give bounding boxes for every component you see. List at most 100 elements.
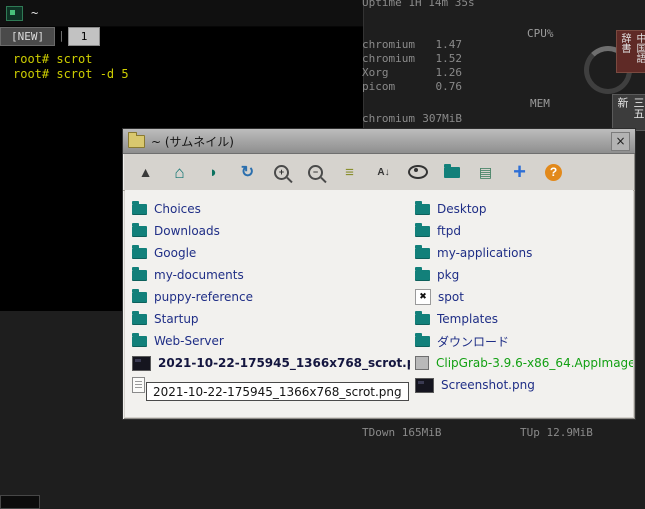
- file-item-clipgrab-appimage[interactable]: ClipGrab-3.9.6-x86_64.AppImage: [415, 352, 633, 374]
- details-icon: ▤: [478, 163, 493, 180]
- file-label: spot: [438, 290, 464, 304]
- details-button[interactable]: ▤: [473, 159, 498, 185]
- file-item-puppy-reference[interactable]: puppy-reference: [132, 286, 410, 308]
- file-label: ftpd: [437, 224, 461, 238]
- file-label: Downloads: [154, 224, 220, 238]
- terminal-tabbar: [NEW] | 1: [0, 27, 363, 46]
- file-label: ClipGrab-3.9.6-x86_64.AppImage: [436, 356, 633, 370]
- process-row: Xorg 1.26: [362, 66, 462, 80]
- file-item-web-server[interactable]: Web-Server: [132, 330, 410, 352]
- file-item-my-documents[interactable]: my-documents: [132, 264, 410, 286]
- up-button[interactable]: ▲: [133, 159, 158, 185]
- magnifier-minus-icon: −: [308, 164, 323, 180]
- file-label: Startup: [154, 312, 199, 326]
- terminal-line: root# scrot: [13, 52, 93, 66]
- process-row: chromium 1.47: [362, 38, 462, 52]
- process-name: Xorg: [362, 66, 389, 79]
- terminal-output[interactable]: root# scrot root# scrot -d 5: [0, 46, 363, 82]
- file-label: Screenshot.png: [441, 378, 535, 392]
- file-column-right: Desktop ftpd my-applications pkg ✖ spot: [415, 198, 633, 396]
- process-value: 0.76: [435, 80, 463, 93]
- filer-titlebar[interactable]: ~ (サムネイル) ×: [123, 129, 635, 154]
- file-label: Templates: [437, 312, 499, 326]
- cpu-header: CPU%: [527, 27, 554, 40]
- folder-icon: [132, 222, 147, 237]
- sort-button[interactable]: A↓: [371, 159, 396, 185]
- close-button[interactable]: ×: [611, 131, 630, 151]
- process-value: 1.47: [435, 38, 463, 51]
- show-hidden-button[interactable]: [405, 159, 430, 185]
- sort-icon: A↓: [377, 166, 390, 178]
- tab-divider: |: [58, 29, 65, 42]
- refresh-button[interactable]: ↻: [235, 159, 260, 185]
- file-item-choices[interactable]: Choices: [132, 198, 410, 220]
- new-folder-button[interactable]: [439, 159, 464, 185]
- terminal-icon: [6, 5, 23, 21]
- filer-toolbar: ▲ ⌂ ◗ ↻ + − ≡ A↓ ▤ + ?: [123, 154, 635, 191]
- zoom-out-button[interactable]: −: [303, 159, 328, 185]
- file-label: Web-Server: [154, 334, 224, 348]
- process-name: picom: [362, 80, 396, 93]
- net-up-text: TUp 12.9MiB: [520, 426, 593, 439]
- mem-process-list: chromium 307MiB: [362, 112, 462, 126]
- process-row: chromium 1.52: [362, 52, 462, 66]
- process-name: chromium: [362, 38, 415, 51]
- file-item-ftpd[interactable]: ftpd: [415, 220, 633, 242]
- process-name: chromium: [362, 52, 415, 65]
- file-item-my-applications[interactable]: my-applications: [415, 242, 633, 264]
- minus-sign: −: [312, 166, 319, 177]
- terminal-tab-new[interactable]: [NEW]: [0, 27, 56, 46]
- magnifier-plus-icon: +: [274, 164, 289, 180]
- mem-header: MEM: [530, 97, 550, 110]
- image-thumbnail-icon: [415, 377, 434, 393]
- home-icon: ⌂: [174, 162, 185, 182]
- file-label: my-documents: [154, 268, 244, 282]
- file-item-pkg[interactable]: pkg: [415, 264, 633, 286]
- new-button[interactable]: +: [507, 159, 532, 185]
- desktop-widget-2[interactable]: 三五新: [612, 94, 645, 131]
- window-title: ~ (サムネイル): [151, 134, 234, 149]
- file-item-screenshot-png[interactable]: Screenshot.png: [415, 374, 633, 396]
- appimage-icon: [415, 356, 429, 370]
- file-label: puppy-reference: [154, 290, 253, 304]
- help-button[interactable]: ?: [541, 159, 566, 185]
- terminal-title: ~: [31, 6, 39, 20]
- terminal-tab-1[interactable]: 1: [67, 27, 101, 46]
- file-label: Choices: [154, 202, 201, 216]
- file-item-templates[interactable]: Templates: [415, 308, 633, 330]
- net-down-text: TDown 165MiB: [362, 426, 442, 439]
- zoom-in-button[interactable]: +: [269, 159, 294, 185]
- eye-icon: [407, 165, 428, 179]
- taskbar-fragment[interactable]: [0, 495, 40, 509]
- folder-icon: [132, 310, 147, 325]
- file-item-downloads-ja[interactable]: ダウンロード: [415, 330, 633, 352]
- file-manager-window: ~ (サムネイル) × ▲ ⌂ ◗ ↻ + − ≡ A↓ ▤ + ? Choic…: [122, 128, 636, 420]
- file-item-scrot-png[interactable]: 2021-10-22-175945_1366x768_scrot.png: [132, 352, 410, 374]
- folder-icon: [132, 332, 147, 347]
- file-item-spot[interactable]: ✖ spot: [415, 286, 633, 308]
- file-item-desktop[interactable]: Desktop: [415, 198, 633, 220]
- process-value: 1.52: [435, 52, 463, 65]
- folder-icon: [443, 163, 460, 178]
- file-item-startup[interactable]: Startup: [132, 308, 410, 330]
- cpu-process-list: chromium 1.47 chromium 1.52 Xorg 1.26 pi…: [362, 38, 462, 94]
- file-label: Desktop: [437, 202, 487, 216]
- terminal-titlebar[interactable]: ~: [0, 0, 363, 27]
- folder-icon: [132, 288, 147, 303]
- file-item-google[interactable]: Google: [132, 242, 410, 264]
- folder-icon: [415, 266, 430, 281]
- desktop-widget-1[interactable]: 中国語辞書: [616, 30, 645, 73]
- file-item-downloads[interactable]: Downloads: [132, 220, 410, 242]
- bookmarks-button[interactable]: ◗: [201, 159, 226, 185]
- folder-icon: [415, 332, 430, 347]
- list-view-button[interactable]: ≡: [337, 159, 362, 185]
- file-column-left: Choices Downloads Google my-documents pu…: [132, 198, 410, 396]
- help-icon: ?: [545, 163, 562, 181]
- folder-icon: [132, 244, 147, 259]
- process-value: 307MiB: [422, 112, 462, 125]
- home-button[interactable]: ⌂: [167, 159, 192, 185]
- file-label: 2021-10-22-175945_1366x768_scrot.png: [158, 356, 410, 370]
- plus-sign: +: [278, 166, 285, 177]
- plus-icon: +: [513, 159, 526, 185]
- process-value: 1.26: [435, 66, 463, 79]
